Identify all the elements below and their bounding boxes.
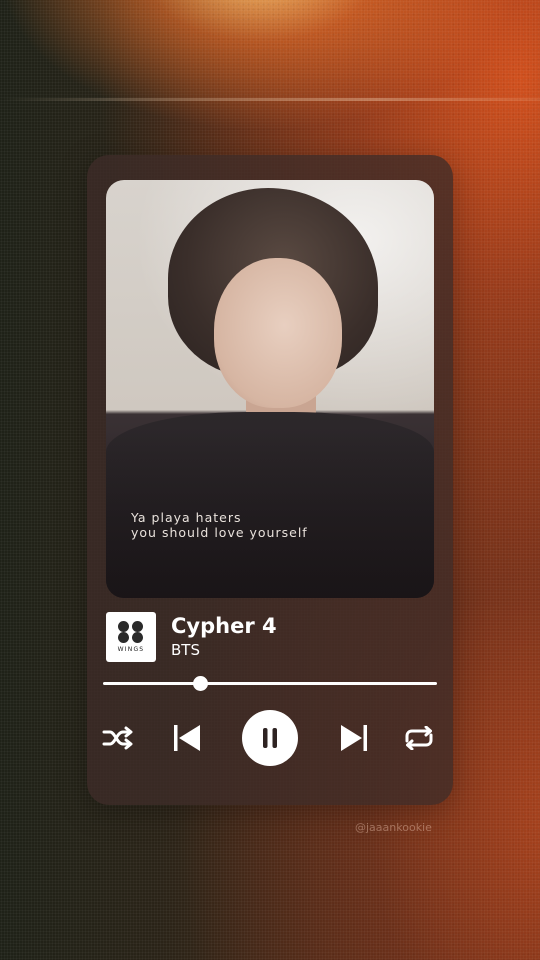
track-title: Cypher 4 [171,614,277,638]
progress-thumb[interactable] [192,676,208,691]
artist-photo: Ya playa haters you should love yourself [106,180,434,598]
play-pause-button[interactable] [242,710,298,766]
skip-next-icon [341,725,367,751]
lyrics-line: Ya playa haters [131,510,242,525]
lyrics-line: you should love yourself [131,525,308,540]
music-player-card: Ya playa haters you should love yourself… [87,155,453,805]
progress-bar[interactable] [103,675,437,693]
shuffle-icon [102,726,133,750]
previous-button[interactable] [171,723,203,753]
pause-icon [263,728,277,748]
repeat-button[interactable] [401,725,437,751]
watermark: @jaaankookie [355,821,432,834]
repeat-icon [405,726,433,750]
artist-name: BTS [171,641,200,659]
skip-previous-icon [174,725,200,751]
progress-track [103,682,437,685]
next-button[interactable] [338,723,370,753]
lyrics-overlay: Ya playa haters you should love yourself [131,510,308,540]
light-streak [0,98,540,101]
album-art-label: WINGS [117,646,145,653]
album-art: WINGS [106,612,156,662]
shuffle-button[interactable] [101,725,135,751]
